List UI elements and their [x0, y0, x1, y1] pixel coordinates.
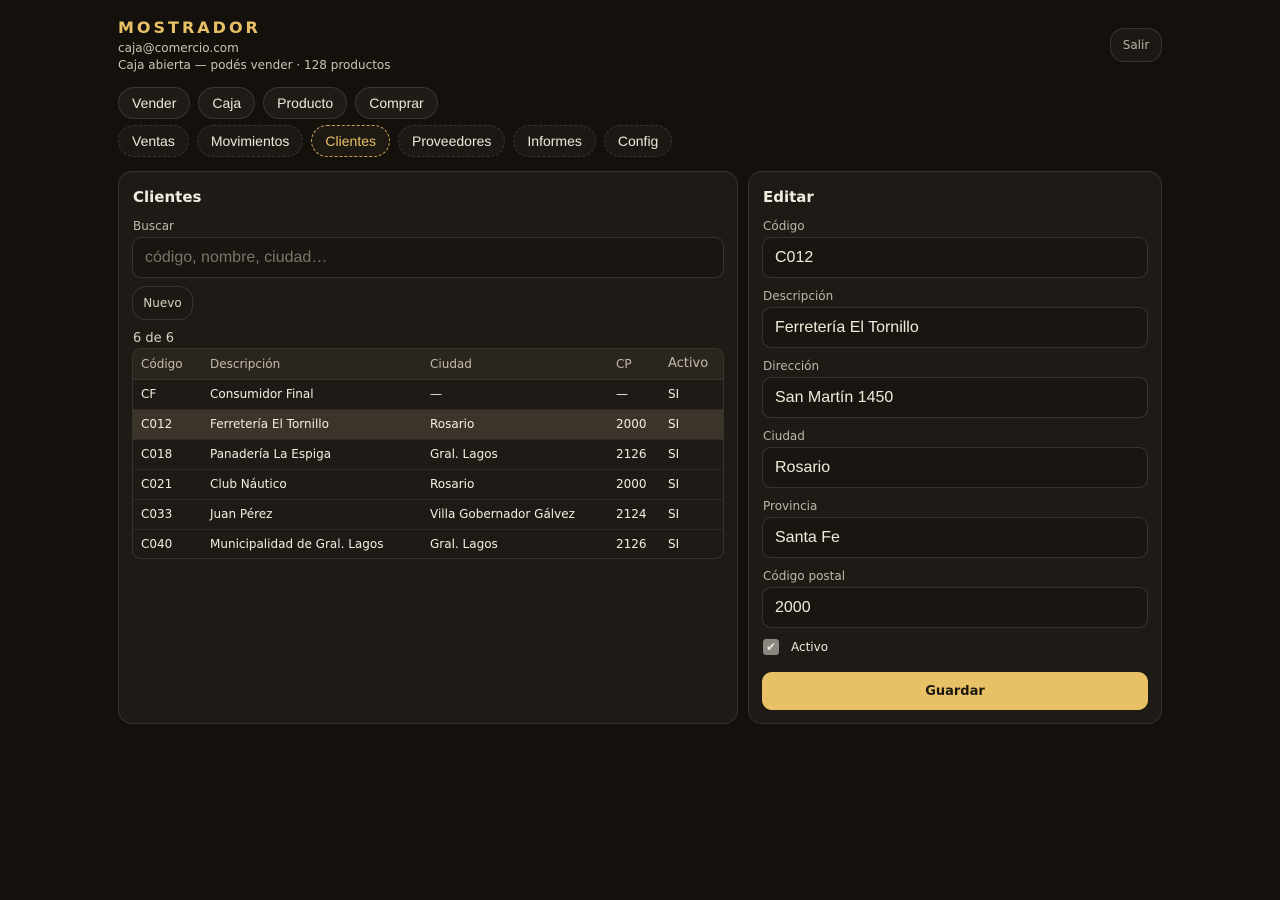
- col-activo[interactable]: Activo: [660, 349, 723, 380]
- cell-cp: 2126: [608, 438, 660, 469]
- provincia-field[interactable]: [762, 517, 1148, 558]
- ciudad-field[interactable]: [762, 447, 1148, 488]
- clients-table: Código Descripción Ciudad CP Activo CF C…: [132, 348, 724, 559]
- cell-cp: 2000: [608, 408, 660, 439]
- cell-ciudad: —: [430, 387, 442, 401]
- nav-vender[interactable]: Vender: [118, 87, 191, 119]
- nav-proveedores[interactable]: Proveedores: [398, 125, 506, 157]
- edit-title: Editar: [763, 188, 814, 206]
- brand-logo: MOSTRADOR: [118, 18, 261, 37]
- edit-panel: Editar Código Descripción Dirección Ciud…: [748, 171, 1162, 724]
- codigo-label: Código: [763, 219, 805, 233]
- cell-descripcion: Juan Pérez: [202, 498, 422, 529]
- cell-codigo: C040: [133, 528, 202, 558]
- cell-ciudad: Rosario: [422, 408, 608, 439]
- cell-activo: SI: [668, 387, 680, 401]
- codigo-postal-label: Código postal: [763, 569, 846, 583]
- nav-producto[interactable]: Producto: [263, 87, 348, 119]
- nav-movimientos[interactable]: Movimientos: [196, 125, 304, 157]
- cell-codigo: C021: [133, 468, 202, 499]
- cell-activo: SI: [660, 408, 723, 439]
- descripcion-label: Descripción: [763, 289, 834, 303]
- table-row-selected[interactable]: C012 Ferretería El Tornillo Rosario 2000…: [133, 408, 723, 439]
- register-status: Caja abierta — podés vender · 128 produc…: [118, 58, 391, 72]
- cell-activo: SI: [660, 498, 723, 529]
- nav-comprar[interactable]: Comprar: [355, 87, 438, 119]
- search-input[interactable]: [132, 237, 724, 278]
- codigo-field[interactable]: [762, 237, 1148, 278]
- secondary-nav: Ventas Movimientos Clientes Proveedores …: [118, 125, 673, 157]
- cell-codigo: CF: [141, 387, 157, 401]
- cell-codigo: C018: [133, 438, 202, 469]
- clients-title: Clientes: [133, 188, 202, 206]
- cell-descripcion: Club Náutico: [202, 468, 422, 499]
- clients-panel: Clientes Buscar Nuevo 6 de 6 Código Desc…: [118, 171, 738, 724]
- cell-ciudad: Gral. Lagos: [422, 438, 608, 469]
- nav-ventas[interactable]: Ventas: [118, 125, 189, 157]
- cell-descripcion: Ferretería El Tornillo: [202, 408, 422, 439]
- result-count: 6 de 6: [133, 331, 175, 346]
- checkmark-icon: ✔: [765, 640, 777, 654]
- direccion-field[interactable]: [762, 377, 1148, 418]
- nav-clientes[interactable]: Clientes: [311, 125, 391, 157]
- cell-descripcion: Panadería La Espiga: [202, 438, 422, 469]
- table-row[interactable]: C021 Club Náutico Rosario 2000 SI: [133, 468, 723, 499]
- col-cp[interactable]: CP: [608, 349, 660, 380]
- nav-config[interactable]: Config: [603, 125, 673, 157]
- ciudad-label: Ciudad: [763, 429, 805, 443]
- activo-label: Activo: [791, 640, 829, 654]
- activo-checkbox[interactable]: ✔: [763, 639, 779, 655]
- table-row[interactable]: C018 Panadería La Espiga Gral. Lagos 212…: [133, 438, 723, 469]
- cell-ciudad: Rosario: [422, 468, 608, 499]
- user-email: caja@comercio.com: [118, 41, 239, 55]
- cell-ciudad: Villa Gobernador Gálvez: [422, 498, 608, 529]
- cell-activo: SI: [660, 438, 723, 469]
- cell-activo: SI: [660, 528, 723, 558]
- search-label: Buscar: [133, 219, 174, 233]
- nav-informes[interactable]: Informes: [513, 125, 596, 157]
- cell-cp: 2126: [608, 528, 660, 558]
- activo-row: ✔ Activo: [763, 639, 828, 655]
- table-row[interactable]: C033 Juan Pérez Villa Gobernador Gálvez …: [133, 498, 723, 529]
- logout-button[interactable]: Salir: [1110, 28, 1162, 62]
- cell-cp: —: [616, 387, 628, 401]
- direccion-label: Dirección: [763, 359, 820, 373]
- app: MOSTRADOR caja@comercio.com Caja abierta…: [118, 0, 1162, 900]
- codigo-postal-field[interactable]: [762, 587, 1148, 628]
- save-button[interactable]: Guardar: [762, 672, 1148, 710]
- col-codigo[interactable]: Código: [133, 349, 202, 380]
- cell-descripcion: Municipalidad de Gral. Lagos: [202, 528, 422, 558]
- nav-caja[interactable]: Caja: [198, 87, 256, 119]
- cell-cp: 2000: [608, 468, 660, 499]
- cell-descripcion: Consumidor Final: [210, 387, 314, 401]
- table-row[interactable]: C040 Municipalidad de Gral. Lagos Gral. …: [133, 528, 723, 558]
- col-ciudad[interactable]: Ciudad: [422, 349, 608, 380]
- cell-codigo: C033: [133, 498, 202, 529]
- cell-cp: 2124: [608, 498, 660, 529]
- cell-ciudad: Gral. Lagos: [422, 528, 608, 558]
- table-row[interactable]: CF Consumidor Final — — SI: [133, 379, 723, 409]
- col-descripcion[interactable]: Descripción: [202, 349, 422, 380]
- cell-codigo: C012: [133, 408, 202, 439]
- primary-nav: Vender Caja Producto Comprar: [118, 87, 438, 119]
- cell-activo: SI: [660, 468, 723, 499]
- new-client-button[interactable]: Nuevo: [132, 286, 193, 320]
- table-header: Código Descripción Ciudad CP Activo: [133, 349, 723, 380]
- provincia-label: Provincia: [763, 499, 818, 513]
- descripcion-field[interactable]: [762, 307, 1148, 348]
